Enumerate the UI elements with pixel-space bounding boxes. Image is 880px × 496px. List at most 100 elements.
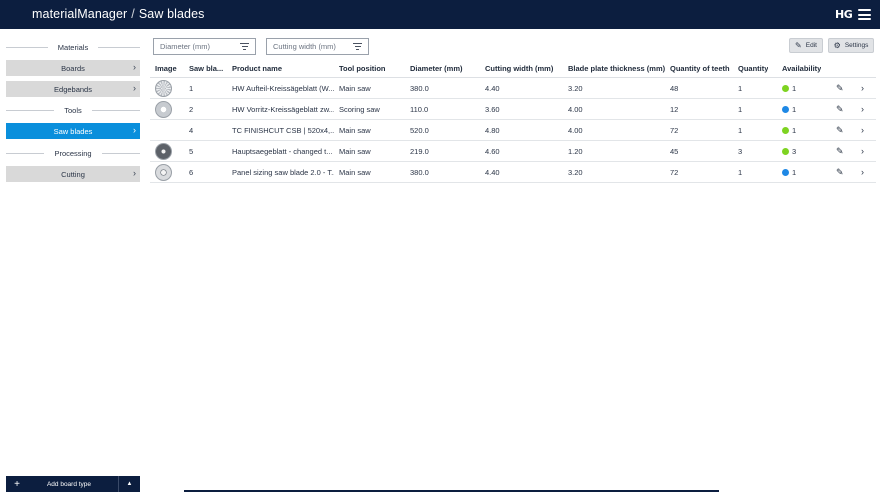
filter-icon[interactable] [353,43,362,50]
availability-value: 1 [792,104,797,114]
table-row[interactable]: 4 TC FINISHCUT CSB | 520x4,... Main saw 520… [150,120,876,141]
saw-blade-thumbnail [155,100,172,118]
availability-cell: 1 [782,78,796,98]
chevron-right-icon[interactable]: › [861,141,864,161]
availability-value: 1 [792,83,797,93]
availability-status-dot [782,168,789,176]
app-title[interactable]: materialManager [32,7,127,21]
edit-button[interactable]: ✎ Edit [789,38,823,53]
edit-row-icon[interactable]: ✎ [836,120,844,140]
diameter-cell: 110.0 [410,104,429,114]
tool-position-cell: Main saw [339,167,371,177]
availability-cell: 3 [782,141,796,161]
quantity-of-teeth-cell: 12 [670,104,679,114]
sidebar-item-label: Edgebands [54,84,92,94]
add-board-type-button[interactable]: + Add board type ▲ [6,476,140,492]
sidebar-item-label: Cutting [61,169,85,179]
edit-row-icon[interactable]: ✎ [836,99,844,119]
app-header: materialManager / Saw blades HG [0,0,880,29]
chevron-right-icon: › [133,168,136,178]
filter-icon[interactable] [240,43,249,50]
col-product-name[interactable]: Product name [232,60,282,77]
saw-blade-cell: 2 [189,104,194,114]
quantity-of-teeth-cell: 48 [670,83,679,93]
settings-label: Settings [844,42,869,49]
availability-status-dot [782,84,789,92]
gear-icon: ⚙ [833,41,841,50]
saw-blade-thumbnail [155,79,172,97]
cutting-width-cell: 3.60 [485,104,500,114]
cutting-width-cell: 4.40 [485,167,500,177]
page-title: Saw blades [138,7,205,21]
chevron-right-icon[interactable]: › [861,162,864,182]
edit-row-icon[interactable]: ✎ [836,78,844,98]
caret-up-icon[interactable]: ▲ [118,476,140,492]
diameter-cell: 380.0 [410,167,429,177]
saw-blade-thumbnail [155,142,172,160]
hamburger-menu-icon[interactable] [858,9,871,20]
availability-value: 1 [792,125,797,135]
tool-position-cell: Main saw [339,83,371,93]
chevron-right-icon[interactable]: › [861,120,864,140]
availability-value: 1 [792,167,797,177]
tool-position-cell: Main saw [339,146,371,156]
cutting-width-filter-placeholder: Cutting width (mm) [273,42,336,51]
col-cutting-width[interactable]: Cutting width (mm) [485,60,553,77]
sidebar-item-boards[interactable]: Boards › [6,60,140,76]
blade-plate-thickness-cell: 4.00 [568,125,583,135]
saw-blades-table: Image Saw bla... Product name Tool posit… [150,60,876,183]
quantity-cell: 1 [738,83,743,93]
table-row[interactable]: 2 HW Vorritz-Kreissägeblatt zw... Scoring … [150,99,876,120]
diameter-filter[interactable]: Diameter (mm) [153,38,256,55]
quantity-cell: 1 [738,125,743,135]
sidebar-item-label: Boards [61,63,85,73]
image-cell [155,141,172,161]
cutting-width-cell: 4.40 [485,83,500,93]
sidebar-item-saw-blades[interactable]: Saw blades › [6,123,140,139]
chevron-right-icon[interactable]: › [861,78,864,98]
product-name-cell: Hauptsaegeblatt - changed t... [232,146,333,156]
sidebar: Materials Boards › Edgebands › Tools Saw b… [0,29,146,496]
plus-icon: + [14,478,20,490]
sidebar-section-tools: Tools [6,104,140,116]
settings-button[interactable]: ⚙ Settings [828,38,874,53]
col-blade-plate-thickness[interactable]: Blade plate thickness (mm) [568,60,665,77]
col-image[interactable]: Image [155,60,177,77]
col-diameter[interactable]: Diameter (mm) [410,60,463,77]
col-quantity-of-teeth[interactable]: Quantity of teeth [670,60,730,77]
sidebar-item-cutting[interactable]: Cutting › [6,166,140,182]
horizontal-scrollbar[interactable] [184,490,719,492]
col-availability[interactable]: Availability [782,60,821,77]
edit-label: Edit [805,42,817,49]
col-quantity[interactable]: Quantity [738,60,768,77]
availability-cell: 1 [782,162,796,182]
quantity-of-teeth-cell: 72 [670,125,679,135]
cutting-width-filter[interactable]: Cutting width (mm) [266,38,369,55]
cutting-width-cell: 4.60 [485,146,500,156]
table-row[interactable]: 6 Panel sizing saw blade 2.0 - T... Main s… [150,162,876,183]
sidebar-item-edgebands[interactable]: Edgebands › [6,81,140,97]
product-name-cell: Panel sizing saw blade 2.0 - T... [232,167,334,177]
quantity-of-teeth-cell: 45 [670,146,679,156]
diameter-filter-placeholder: Diameter (mm) [160,42,210,51]
product-name-cell: TC FINISHCUT CSB | 520x4,... [232,125,334,135]
edit-row-icon[interactable]: ✎ [836,141,844,161]
table-row[interactable]: 5 Hauptsaegeblatt - changed t... Main saw 2… [150,141,876,162]
sidebar-section-processing: Processing [6,147,140,159]
availability-cell: 1 [782,120,796,140]
pencil-icon: ✎ [795,41,802,50]
table-row[interactable]: 1 HW Aufteil-Kreissägeblatt (W... Main saw… [150,78,876,99]
image-cell [155,78,172,98]
col-tool-position[interactable]: Tool position [339,60,386,77]
sidebar-item-label: Saw blades [53,126,93,136]
edit-row-icon[interactable]: ✎ [836,162,844,182]
chevron-right-icon: › [133,83,136,93]
brand-logo: HG [835,8,853,21]
chevron-right-icon[interactable]: › [861,99,864,119]
col-saw-blade[interactable]: Saw bla... [189,60,223,77]
availability-status-dot [782,126,789,134]
diameter-cell: 219.0 [410,146,429,156]
blade-plate-thickness-cell: 1.20 [568,146,583,156]
availability-status-dot [782,147,789,155]
product-name-cell: HW Vorritz-Kreissägeblatt zw... [232,104,334,114]
